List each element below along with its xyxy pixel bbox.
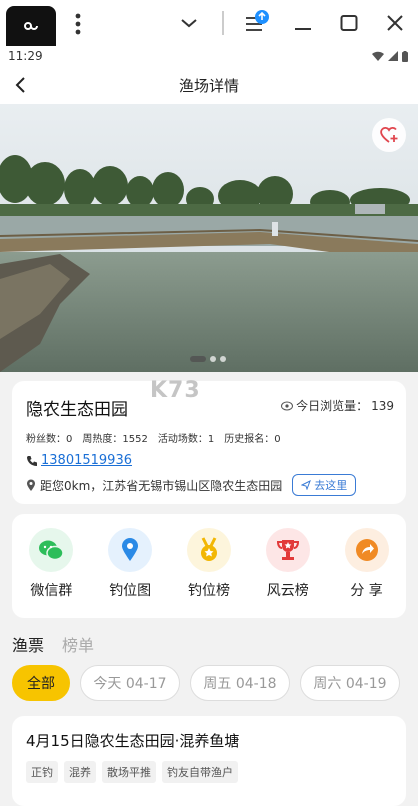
- activity-count: 活动场数：1: [157, 434, 215, 445]
- more-vert-icon[interactable]: [70, 10, 86, 38]
- send-icon: [301, 480, 312, 490]
- phone-link[interactable]: 13801519936: [26, 453, 392, 468]
- menu-label: 微信群: [30, 583, 73, 599]
- wifi-icon: [372, 51, 384, 61]
- carousel-indicator: [190, 356, 226, 362]
- page-title: 渔场详情: [178, 76, 239, 95]
- menu-share[interactable]: 分 享: [332, 528, 402, 600]
- ticket-title: 4月15日隐农生态田园·混养鱼塘: [26, 732, 240, 750]
- close-icon[interactable]: [382, 10, 408, 36]
- tab-tickets[interactable]: 渔票: [12, 632, 44, 656]
- maximize-icon[interactable]: [336, 10, 362, 36]
- menu-leaderboard[interactable]: 风云榜: [253, 528, 323, 600]
- link-icon: [24, 22, 38, 30]
- heart-plus-icon: [380, 126, 398, 143]
- feature-menu: 微信群 钓位图 钓位榜 风云榜 分 享: [12, 514, 406, 618]
- date-chip-friday[interactable]: 周五 04-18: [190, 665, 290, 701]
- app-tab[interactable]: [6, 6, 56, 46]
- wechat-icon: [29, 528, 74, 572]
- share-icon: [344, 528, 389, 572]
- pond-photo: [0, 104, 418, 372]
- phone-number[interactable]: 13801519936: [41, 453, 132, 468]
- favorite-button[interactable]: [372, 118, 406, 152]
- ticket-tag: 正钓: [26, 761, 58, 783]
- date-chip-saturday[interactable]: 周六 04-19: [300, 665, 400, 701]
- menu-label: 钓位榜: [187, 583, 230, 599]
- menu-label: 钓位图: [109, 583, 152, 599]
- history-signups: 历史报名：0: [224, 434, 281, 445]
- views-value: 139: [371, 398, 394, 413]
- chevron-down-icon[interactable]: [176, 10, 202, 36]
- menu-label: 风云榜: [266, 583, 309, 599]
- ticket-tag: 散场平推: [102, 761, 156, 783]
- back-arrow-icon[interactable]: [10, 74, 32, 96]
- emulator-toolbar: [0, 0, 418, 46]
- fans-count: 粉丝数：0: [26, 434, 73, 445]
- ticket-tag: 混养: [64, 761, 96, 783]
- phone-icon: [27, 455, 37, 466]
- fishery-info-card: 隐农生态田园 今日浏览量： 139 粉丝数：0 周热度：1552 活动场数：1 …: [12, 381, 406, 504]
- menu-seat-ranking[interactable]: 钓位榜: [174, 528, 244, 600]
- nav-bar: 渔场详情: [0, 66, 418, 104]
- location-icon: [27, 479, 35, 491]
- ticket-tags: 正钓 混养 散场平推 钓友自带渔户: [26, 761, 392, 783]
- toolbar-divider: [222, 11, 224, 35]
- date-filter: 全部 今天 04-17 周五 04-18 周六 04-19: [12, 665, 400, 701]
- date-chip-today[interactable]: 今天 04-17: [80, 665, 180, 701]
- menu-seat-map[interactable]: 钓位图: [95, 528, 165, 600]
- date-chip-all[interactable]: 全部: [12, 665, 70, 701]
- menu-wechat-group[interactable]: 微信群: [16, 528, 86, 600]
- site-watermark: K73: [150, 378, 201, 403]
- navigate-label: 去这里: [314, 479, 348, 492]
- battery-icon: [402, 50, 408, 62]
- menu-label: 分 享: [350, 583, 383, 599]
- location-pin-icon: [108, 528, 153, 572]
- trophy-icon: [265, 528, 310, 572]
- signal-icon: [388, 51, 398, 61]
- navigate-button[interactable]: 去这里: [292, 474, 357, 496]
- fishery-stats: 粉丝数：0 周热度：1552 活动场数：1 历史报名：0: [26, 430, 392, 445]
- address-text: 距您0km，江苏省无锡市锡山区隐农生态田园: [40, 478, 283, 493]
- status-time: 11:29: [8, 49, 43, 63]
- ticket-tag: 钓友自带渔户: [162, 761, 238, 783]
- weekly-heat: 周热度：1552: [82, 434, 148, 445]
- tab-rankings[interactable]: 榜单: [62, 632, 94, 656]
- ticket-card[interactable]: 4月15日隐农生态田园·混养鱼塘 正钓 混养 散场平推 钓友自带渔户: [12, 716, 406, 806]
- medal-icon: [186, 528, 231, 572]
- fishery-photo-carousel[interactable]: [0, 104, 418, 372]
- content-tabs: 渔票 榜单: [12, 632, 94, 656]
- menu-update-icon[interactable]: [244, 10, 270, 36]
- eye-icon: [281, 401, 294, 410]
- daily-views: 今日浏览量： 139: [281, 397, 394, 414]
- address-row: 距您0km，江苏省无锡市锡山区隐农生态田园 去这里: [26, 474, 392, 496]
- views-label: 今日浏览量：: [296, 399, 369, 413]
- minimize-icon[interactable]: [290, 10, 316, 36]
- status-bar: 11:29: [0, 46, 418, 66]
